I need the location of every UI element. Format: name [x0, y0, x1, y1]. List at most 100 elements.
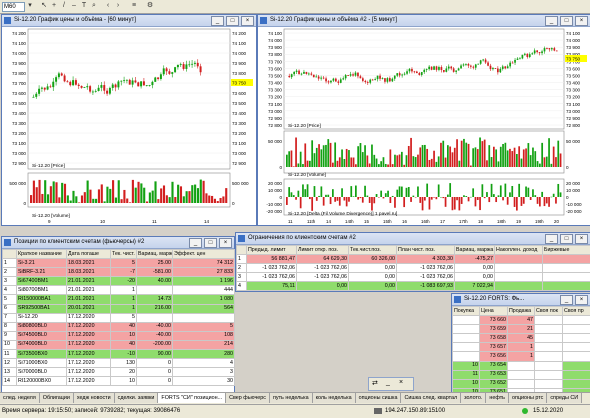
column-header[interactable]: Лимит откр. поз.: [297, 246, 349, 255]
ask-row[interactable]: 73 66047: [453, 316, 590, 325]
table-row[interactable]: 1Si-3.2118.03.2021525.0074 312: [3, 259, 235, 268]
workspace-tab[interactable]: Облигации: [40, 393, 74, 403]
arrow-left-icon[interactable]: ‹: [104, 2, 112, 10]
volume-bar: [163, 185, 165, 203]
maximize-button[interactable]: □: [560, 234, 573, 244]
column-header[interactable]: Краткое название: [17, 250, 67, 259]
table-row[interactable]: 13Si70000BL017.12.20202003: [3, 368, 235, 377]
ask-row[interactable]: 73 6571: [453, 343, 590, 352]
column-header[interactable]: [3, 250, 17, 259]
chevron-down-icon[interactable]: ▾: [26, 2, 34, 10]
workspace-tab[interactable]: путь неделька: [270, 393, 313, 403]
table-row[interactable]: 8Si80800BL017.12.202040-40.005: [3, 322, 235, 331]
column-header[interactable]: Биржевые: [543, 246, 590, 255]
workspace-tab[interactable]: FORTS "СИ" позицион...: [158, 393, 226, 403]
ask-row[interactable]: 73 65845: [453, 334, 590, 343]
table-row[interactable]: 5RI150000BA121.01.2021114.731 080: [3, 295, 235, 304]
chart2-canvas[interactable]: 74 10074 00073 90073 80073 70073 60073 5…: [258, 27, 590, 225]
table-row[interactable]: 7Si-12.2017.12.20205: [3, 313, 235, 322]
chart2-titlebar[interactable]: Si-12.20 График цены и объёма #2 - [5 ми…: [258, 15, 590, 27]
column-header[interactable]: Своя пр: [563, 307, 590, 316]
close-button[interactable]: ×: [219, 238, 232, 248]
workspace-tab[interactable]: след. неделя: [0, 393, 40, 403]
table-row[interactable]: 9Si74500BL017.12.202010-40.00108: [3, 331, 235, 340]
cell-price: 30: [173, 377, 235, 386]
table-row[interactable]: 3Si67400BM121.01.2021-2040.001 196: [3, 277, 235, 286]
text-tool-icon[interactable]: T: [80, 2, 88, 10]
ask-row[interactable]: 73 6561: [453, 352, 590, 361]
swap-icon[interactable]: ⇄: [372, 379, 378, 387]
table-row[interactable]: 2SiBRF-3.2118.03.2021-7-581.0027 833: [3, 268, 235, 277]
lines-icon[interactable]: ≡: [130, 2, 138, 10]
table-row[interactable]: 10Si74000BL017.12.202040-200.00214: [3, 340, 235, 349]
minimize-button[interactable]: _: [189, 238, 202, 248]
workspace-tab[interactable]: спреды СИ: [547, 393, 582, 403]
column-header[interactable]: Дата погаше: [67, 250, 111, 259]
bid-row[interactable]: 1173 653: [453, 370, 590, 379]
column-header[interactable]: План чист. поз.: [397, 246, 455, 255]
cursor-icon[interactable]: ↖: [40, 2, 48, 10]
workspace-tab[interactable]: нефть: [486, 393, 509, 403]
close-button[interactable]: ×: [241, 16, 254, 26]
minimize-icon[interactable]: _: [386, 379, 390, 386]
line-tool-icon[interactable]: /: [60, 2, 68, 10]
column-header[interactable]: Вариац. маржа: [137, 250, 173, 259]
column-header[interactable]: Своя пок: [535, 307, 563, 316]
column-header[interactable]: [237, 246, 247, 255]
minimize-button[interactable]: _: [545, 16, 558, 26]
column-header[interactable]: Покупка: [453, 307, 480, 316]
column-header[interactable]: Тек.чист.поз.: [349, 246, 397, 255]
chart1-titlebar[interactable]: Si-12.20 График цены и объёма - [60 мину…: [2, 15, 256, 27]
table-row[interactable]: 3-1 023 762,06-1 023 762,060,00-1 023 76…: [237, 273, 590, 282]
column-header[interactable]: Продажа: [508, 307, 535, 316]
positions-titlebar[interactable]: Позиции по клиентским счетам (фьючерсы) …: [2, 237, 234, 249]
column-header[interactable]: Цена: [480, 307, 508, 316]
limits-titlebar[interactable]: Ограничения по клиентским счетам #2 _ □ …: [236, 233, 590, 245]
bid-row[interactable]: 1073 652: [453, 379, 590, 388]
close-button[interactable]: ×: [575, 234, 588, 244]
column-header[interactable]: Предыд. лимит: [247, 246, 297, 255]
minimize-button[interactable]: _: [545, 234, 558, 244]
table-row[interactable]: 6SR92500BA120.01.20211216.00564: [3, 304, 235, 313]
table-row[interactable]: 12Si71000BX017.12.202013004: [3, 359, 235, 368]
workspace-tab[interactable]: коль неделька: [313, 393, 356, 403]
maximize-button[interactable]: □: [560, 16, 573, 26]
workspace-tab[interactable]: опционы ртс: [509, 393, 547, 403]
minimize-button[interactable]: _: [560, 295, 573, 305]
workspace-tab[interactable]: хедж новости: [74, 393, 115, 403]
table-row[interactable]: 14RI120000BX017.12.202010030: [3, 377, 235, 386]
chart1-canvas[interactable]: 74 20074 10074 00073 90073 80073 70073 6…: [2, 27, 256, 225]
column-header[interactable]: Эффект. цен: [173, 250, 235, 259]
close-icon[interactable]: ×: [399, 379, 403, 386]
zoom-icon[interactable]: ⌕: [90, 2, 98, 10]
own-bid: [535, 370, 563, 379]
crosshair-icon[interactable]: +: [50, 2, 58, 10]
table-row[interactable]: 11Si73500BX017.12.2020-1090.00280: [3, 350, 235, 359]
workspace-tab[interactable]: золото.: [461, 393, 486, 403]
column-header[interactable]: Тек. чист.: [111, 250, 137, 259]
close-button[interactable]: ×: [575, 16, 588, 26]
bid-row[interactable]: 1073 654: [453, 361, 590, 370]
arrow-right-icon[interactable]: ›: [114, 2, 122, 10]
column-header[interactable]: Накоплен. доход: [495, 246, 543, 255]
column-header[interactable]: Вариац. маржа: [455, 246, 495, 255]
table-row[interactable]: 475,110,000,00-1 083 697,937 022,94: [237, 282, 590, 291]
orderbook-titlebar[interactable]: Si-12.20 FORTS: Фь... _ ×: [452, 294, 590, 306]
maximize-button[interactable]: □: [226, 16, 239, 26]
workspace-tab[interactable]: опционы сишка: [356, 393, 402, 403]
minimize-button[interactable]: _: [211, 16, 224, 26]
table-row[interactable]: 2-1 023 762,06-1 023 762,060,00-1 023 76…: [237, 264, 590, 273]
workspace-tab[interactable]: Сишка след. квартал: [401, 393, 461, 403]
close-button[interactable]: ×: [575, 295, 588, 305]
table-row[interactable]: 4Si80700BM121.01.20211444: [3, 286, 235, 295]
table-row[interactable]: 156 881,4764 629,3060 326,004 303,30-475…: [237, 255, 590, 264]
axis-tick-label: 73 200: [566, 95, 580, 100]
timeframe-select[interactable]: M60: [2, 2, 25, 12]
maximize-button[interactable]: □: [204, 238, 217, 248]
hline-tool-icon[interactable]: –: [70, 2, 78, 10]
workspace-tab[interactable]: Свер фьючерс: [226, 393, 270, 403]
candle-body: [100, 85, 102, 88]
ask-row[interactable]: 73 65921: [453, 325, 590, 334]
settings-icon[interactable]: ⚙: [146, 2, 154, 10]
workspace-tab[interactable]: сделки. заявки: [115, 393, 159, 403]
